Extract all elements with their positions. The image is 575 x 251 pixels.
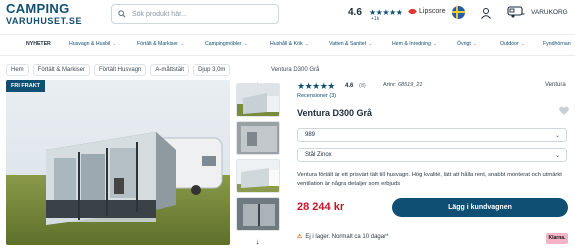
stock-status: ⚠ Ej i lager. Normalt ca 10 dagar* [297,233,389,241]
thumbnail-image [237,122,279,154]
main-nav: NYHETER Husvagn & Husbil ⌄ Förtält & Mark… [0,34,575,56]
search-icon [118,10,126,18]
nav-label: Fyndhörnan [543,41,571,47]
logo-line-1: CAMPING [6,1,70,16]
product-rating-value: 4.6 [345,83,354,89]
nav-label: Campingmöbler [205,41,242,47]
product-price: 28 244 kr [297,201,345,213]
article-number: Artnr: 68519_21 [383,82,422,88]
store-rating-count: +1k [371,16,380,22]
nav-item-fyndhornan[interactable]: Fyndhörnan [543,41,571,47]
chevron-down-icon: ⌄ [179,41,185,47]
thumbnail-image [237,198,279,230]
nav-item-nyheter[interactable]: NYHETER [26,41,51,47]
nav-label: Hushåll & Kök [270,41,303,47]
nav-label: Hem & Inredning [392,41,431,47]
nav-label: Förtält & Markiser [137,41,178,47]
chevron-down-icon: ⌄ [554,153,560,159]
site-logo[interactable]: CAMPING VARUHUSET.SE [6,2,94,26]
stock-text: Ej i lager. Normalt ca 10 dagar* [305,233,389,240]
breadcrumb-item[interactable]: Djup 3,0m [193,64,231,76]
artnr-value: 68519_21 [397,82,423,88]
heart-icon[interactable] [559,106,569,115]
size-select-value: 989 [305,132,316,138]
breadcrumb-item[interactable]: A-måttstält [150,64,190,76]
chevron-down-icon: ⌄ [243,41,248,47]
thumbnail[interactable] [236,197,280,231]
chevron-down-icon: ⌄ [368,41,373,47]
breadcrumb-item[interactable]: Förtält & Markiser [32,64,91,76]
sweden-flag-icon[interactable] [452,6,465,19]
logo-line-2: VARUHUSET.SE [6,16,83,26]
thumb-down-arrow-icon[interactable]: ↓ [251,237,264,246]
nav-item-vatten-sanitet[interactable]: Vatten & Sanitet ⌄ [329,41,372,47]
nav-item-husvagn-husbil[interactable]: Husvagn & Husbil ⌄ [69,41,117,47]
chevron-down-icon: ⌄ [472,41,478,47]
thumbnail[interactable] [236,83,280,117]
breadcrumb-current: Ventura D300 Grå [271,67,320,73]
thumbnail[interactable] [236,121,280,155]
thumbnail-image [237,84,279,116]
awning-photo [6,80,230,245]
lipscore-icon [408,8,417,15]
chevron-down-icon: ⌄ [520,41,526,47]
nav-item-hushall-kok[interactable]: Hushåll & Kök ⌄ [270,41,309,47]
warning-icon: ⚠ [297,234,303,240]
store-rating-value: 4.6 [348,7,362,18]
cart-label: VARUKORG [531,8,568,16]
product-description: Ventura förtält är ett prisvärt tält til… [297,172,562,187]
cart-button[interactable]: VARUKORG [507,6,568,18]
nav-item-ovrigt[interactable]: Övrigt ⌄ [457,41,477,47]
chevron-down-icon: ⌄ [304,41,309,47]
free-shipping-badge: FRI FRAKT [6,80,46,92]
add-to-cart-button[interactable]: Lägg i kundvagnen [392,198,568,217]
search-input[interactable]: Sök produkt här... [111,4,279,24]
thumbnail-strip: ↑ ↓ [236,80,280,248]
chevron-down-icon: ⌄ [554,133,560,139]
search-placeholder: Sök produkt här... [132,10,187,18]
nav-label: Husvagn & Husbil [69,41,111,47]
lipscore-badge[interactable]: Lipscore [408,8,445,15]
nav-item-fortalt-markiser[interactable]: Förtält & Markiser ⌄ [137,41,184,47]
thumbnail[interactable] [236,159,280,193]
artnr-label: Artnr: [383,82,397,88]
klarna-logo: Klarna. [546,233,568,244]
caravan-cart-icon [507,6,525,18]
thumbnail-image [237,160,279,192]
breadcrumb-item[interactable]: Hem [6,64,29,76]
nav-label: Övrigt [457,41,471,47]
product-title: Ventura D300 Grå [297,108,373,118]
user-icon[interactable] [480,7,492,19]
reviews-link[interactable]: Recensioner (3) [297,93,336,99]
brand-link[interactable]: Ventura [545,82,566,88]
product-rating-stars: ★★★★★ [297,81,335,91]
chevron-down-icon: ⌄ [112,41,117,47]
breadcrumb: Hem Förtält & Markiser Förtält Husvagn A… [6,64,231,76]
breadcrumb-item[interactable]: Förtält Husvagn [94,64,147,76]
size-select[interactable]: 989 ⌄ [297,128,567,142]
product-rating-count: (8) [359,83,366,89]
chevron-down-icon: ⌄ [432,41,438,47]
nav-item-outdoor[interactable]: Outdoor ⌄ [500,41,525,47]
nav-label: NYHETER [26,41,51,47]
nav-item-campingmobler[interactable]: Campingmöbler ⌄ [205,41,248,47]
site-header: CAMPING VARUHUSET.SE Sök produkt här... … [0,0,575,30]
nav-label: Vatten & Sanitet [329,41,367,47]
product-main-image[interactable]: FRI FRAKT [6,80,230,245]
frame-select[interactable]: Stål Zinox ⌄ [297,148,567,162]
frame-select-value: Stål Zinox [305,152,332,158]
nav-label: Outdoor [500,41,519,47]
nav-item-hem-inredning[interactable]: Hem & Inredning ⌄ [392,41,437,47]
lipscore-label: Lipscore [419,8,446,15]
